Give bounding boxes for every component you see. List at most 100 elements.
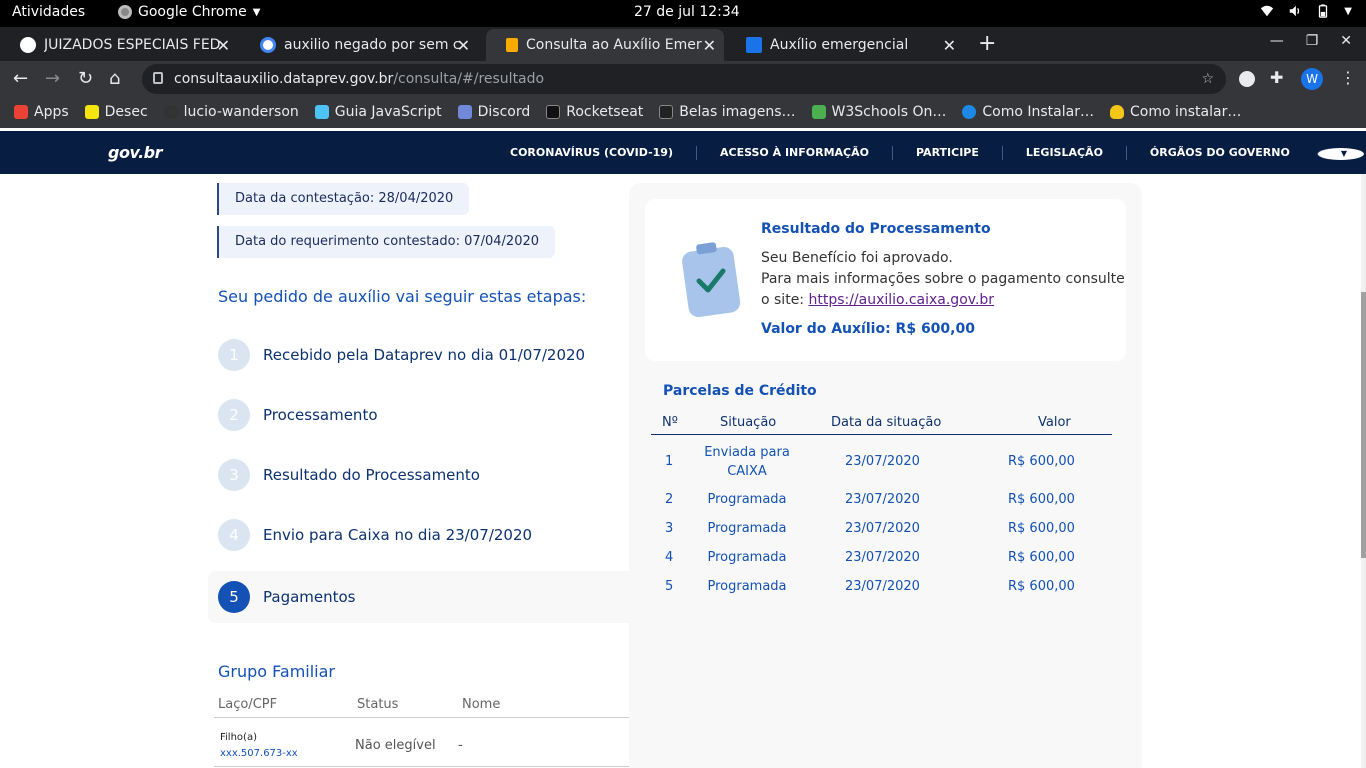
tab-auxilio-emergencial[interactable]: Auxílio emergencial ✕ (726, 29, 964, 61)
bookmark-guia-javascript[interactable]: Guia JavaScript (314, 104, 442, 120)
family-member-status: Não elegível (355, 738, 436, 753)
installments-header-status: Situação (720, 415, 777, 430)
volume-icon (1290, 5, 1300, 17)
installment-date: 23/07/2020 (845, 521, 920, 536)
step-number: 4 (218, 519, 250, 551)
menu-kebab-icon[interactable]: ⋮ (1340, 68, 1356, 87)
system-tray[interactable]: ▼ (1260, 4, 1352, 18)
close-tab-icon[interactable]: ✕ (703, 36, 716, 55)
url-path: /consulta/#/resultado (393, 71, 545, 87)
result-approved-text: Seu Benefício foi aprovado. (761, 250, 953, 266)
result-title: Resultado do Processamento (761, 221, 991, 237)
bookmark-como-instalar-1[interactable]: Como Instalar… (962, 104, 1094, 120)
dropdown-arrow-icon: ▼ (252, 6, 261, 18)
close-tab-icon[interactable]: ✕ (457, 36, 470, 55)
installment-value: R$ 600,00 (1008, 521, 1075, 536)
installment-date: 23/07/2020 (845, 579, 920, 594)
new-tab-button[interactable]: + (978, 31, 996, 56)
installments-header-date: Data da situação (831, 415, 942, 430)
maximize-icon[interactable]: ❐ (1306, 33, 1319, 49)
result-site-text: o site: https://auxilio.caixa.gov.br (761, 292, 995, 308)
installment-number: 1 (665, 454, 674, 469)
tab-title: JUIZADOS ESPECIAIS FEDE (44, 37, 220, 53)
step-number: 3 (218, 459, 250, 491)
refresh-circle-icon (962, 105, 977, 119)
profile-avatar[interactable]: W (1301, 68, 1323, 90)
extension-icon[interactable] (1239, 71, 1255, 87)
google-icon (260, 37, 276, 53)
tab-consulta-auxilio[interactable]: Consulta ao Auxílio Emerg ✕ (486, 29, 724, 61)
globe-icon (20, 37, 36, 53)
govbr-logo[interactable]: gov.br (108, 143, 163, 162)
request-date: Data do requerimento contestado: 07/04/2… (217, 226, 556, 258)
os-top-bar: Atividades Google Chrome ▼ 27 de jul 12:… (0, 0, 1366, 27)
close-tab-icon[interactable]: ✕ (217, 36, 230, 55)
family-header-laco: Laço/CPF (218, 697, 278, 712)
installment-status: Programada (707, 550, 787, 565)
tab-title: Consulta ao Auxílio Emerg (526, 37, 702, 53)
dataprev-icon (506, 38, 518, 52)
linux-tux-icon (1109, 105, 1124, 119)
bookmarks-bar: Apps Desec lucio-wanderson Guia JavaScri… (0, 96, 1366, 128)
bookmark-belas-imagens[interactable]: Belas imagens… (659, 104, 796, 120)
clock[interactable]: 27 de jul 12:34 (634, 4, 740, 20)
bookmark-w3schools[interactable]: W3Schools On… (811, 104, 946, 120)
nav-coronavirus[interactable]: CORONAVÍRUS (COVID-19) (510, 146, 696, 160)
installment-date: 23/07/2020 (845, 454, 920, 469)
caixa-site-link[interactable]: https://auxilio.caixa.gov.br (808, 292, 994, 308)
nav-orgaos-governo[interactable]: ÓRGÃOS DO GOVERNO ▼ (1125, 146, 1366, 160)
result-info-text: Para mais informações sobre o pagamento … (761, 271, 1125, 287)
forward-icon[interactable]: → (45, 68, 60, 89)
gov-nav: CORONAVÍRUS (COVID-19) ACESSO À INFORMAÇ… (510, 146, 1366, 160)
result-card: Resultado do Processamento Seu Benefício… (645, 199, 1126, 361)
extensions-puzzle-icon[interactable]: ✚ (1270, 68, 1283, 87)
bookmark-desec[interactable]: Desec (84, 104, 148, 120)
tab-juizados[interactable]: JUIZADOS ESPECIAIS FEDE ✕ (0, 29, 238, 61)
bookmark-apps[interactable]: Apps (14, 104, 69, 120)
nav-legislacao[interactable]: LEGISLAÇÃO (1001, 146, 1126, 160)
app-menu[interactable]: Google Chrome ▼ (118, 4, 260, 20)
address-bar[interactable]: consultaauxilio.dataprev.gov.br/consulta… (142, 64, 1226, 94)
rocketseat-icon (546, 105, 561, 119)
reload-icon[interactable]: ↻ (78, 68, 93, 89)
tab-google-search[interactable]: auxilio negado por sem ca ✕ (240, 29, 478, 61)
bookmark-discord[interactable]: Discord (457, 104, 530, 120)
bookmark-como-instalar-2[interactable]: Como instalar… (1109, 104, 1241, 120)
scrollbar-thumb[interactable] (1361, 292, 1366, 558)
caixa-icon (746, 37, 762, 53)
lock-icon[interactable] (153, 72, 163, 84)
page-scrollbar[interactable] (1361, 174, 1366, 768)
apps-grid-icon (14, 105, 28, 119)
desec-icon (84, 105, 99, 119)
benefit-value: Valor do Auxílio: R$ 600,00 (761, 321, 975, 337)
bookmark-lucio-wanderson[interactable]: lucio-wanderson (163, 104, 299, 120)
step-label: Envio para Caixa no dia 23/07/2020 (263, 526, 533, 544)
back-icon[interactable]: ← (13, 68, 28, 89)
wifi-icon (1261, 5, 1274, 17)
divider (214, 717, 629, 718)
steps-title: Seu pedido de auxílio vai seguir estas e… (218, 287, 587, 306)
nav-participe[interactable]: PARTICIPE (892, 146, 1002, 160)
approved-clipboard-icon (682, 242, 741, 317)
nav-acesso-informacao[interactable]: ACESSO À INFORMAÇÃO (695, 146, 892, 160)
family-header-nome: Nome (462, 697, 501, 712)
family-group-title: Grupo Familiar (218, 662, 335, 681)
installment-status: Programada (707, 521, 787, 536)
installments-header-value: Valor (1038, 415, 1071, 430)
close-tab-icon[interactable]: ✕ (943, 36, 956, 55)
close-window-icon[interactable]: ✕ (1340, 33, 1352, 49)
tab-strip: JUIZADOS ESPECIAIS FEDE ✕ auxilio negado… (0, 27, 1366, 61)
bookmark-star-icon[interactable]: ☆ (1201, 64, 1214, 94)
step-label: Pagamentos (263, 588, 356, 606)
chrome-icon (118, 5, 132, 19)
installment-status: Enviada para CAIXA (704, 445, 790, 479)
step-number: 2 (218, 399, 250, 431)
family-member-cpf: xxx.507.673-xx (220, 748, 298, 759)
installment-status: Programada (707, 492, 787, 507)
divider (214, 766, 629, 767)
w3schools-icon (811, 105, 826, 119)
minimize-icon[interactable]: — (1270, 33, 1284, 49)
bookmark-rocketseat[interactable]: Rocketseat (546, 104, 643, 120)
home-icon[interactable]: ⌂ (109, 68, 120, 89)
activities-button[interactable]: Atividades (12, 4, 85, 20)
